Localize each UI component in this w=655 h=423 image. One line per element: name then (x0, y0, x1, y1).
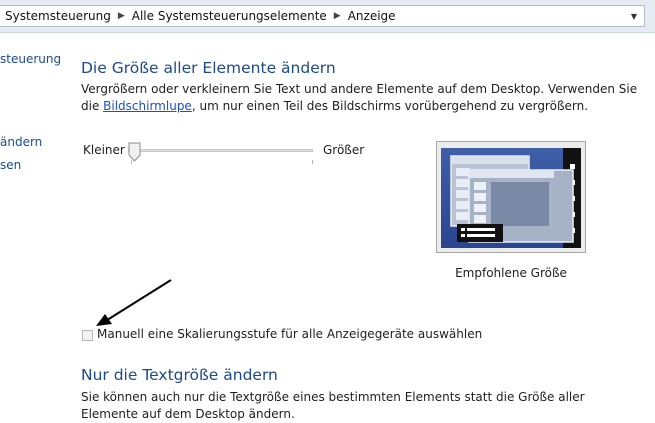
breadcrumb-separator-icon[interactable]: ▶ (118, 11, 125, 21)
breadcrumb-item-anzeige[interactable]: Anzeige (348, 9, 396, 23)
display-preview-image (436, 141, 586, 253)
breadcrumb-separator-icon[interactable]: ▶ (334, 11, 341, 21)
slider-max-label: Größer (323, 143, 365, 157)
manual-scaling-checkbox[interactable] (82, 330, 93, 341)
breadcrumb-item-alle-elemente[interactable]: Alle Systemsteuerungselemente (132, 9, 327, 23)
size-slider-thumb[interactable] (128, 142, 141, 162)
breadcrumb-item-systemsteuerung[interactable]: Systemsteuerung (5, 9, 111, 23)
slider-ticks (131, 160, 313, 164)
description-text: , um nur einen Teil des Bildschirms vorü… (191, 99, 589, 113)
sidebar-link-aendern[interactable]: ändern (0, 135, 42, 149)
manual-scaling-label[interactable]: Manuell eine Skalierungsstufe für alle A… (97, 327, 482, 341)
desktop-preview-icon (441, 148, 581, 248)
address-bar: Systemsteuerung ▶ Alle Systemsteuerungse… (0, 0, 655, 33)
section-description-size-all: Vergrößern oder verkleinern Sie Text und… (81, 81, 641, 115)
section-description-text-size: Sie können auch nur die Textgröße eines … (81, 390, 585, 421)
sidebar-link-sen[interactable]: sen (0, 158, 21, 172)
section-title-text-size: Nur die Textgröße ändern (81, 366, 278, 384)
sidebar-link-steuerung[interactable]: steuerung (0, 52, 61, 66)
annotation-arrow-icon (96, 279, 172, 326)
breadcrumb[interactable]: Systemsteuerung ▶ Alle Systemsteuerungse… (0, 5, 645, 27)
magnifier-link[interactable]: Bildschirmlupe (103, 99, 192, 113)
size-slider-track[interactable] (128, 149, 313, 152)
preview-caption: Empfohlene Größe (455, 266, 567, 280)
chevron-down-icon[interactable]: ▼ (627, 6, 641, 26)
section-title-size-all: Die Größe aller Elemente ändern (81, 59, 336, 77)
slider-min-label: Kleiner (83, 143, 125, 157)
